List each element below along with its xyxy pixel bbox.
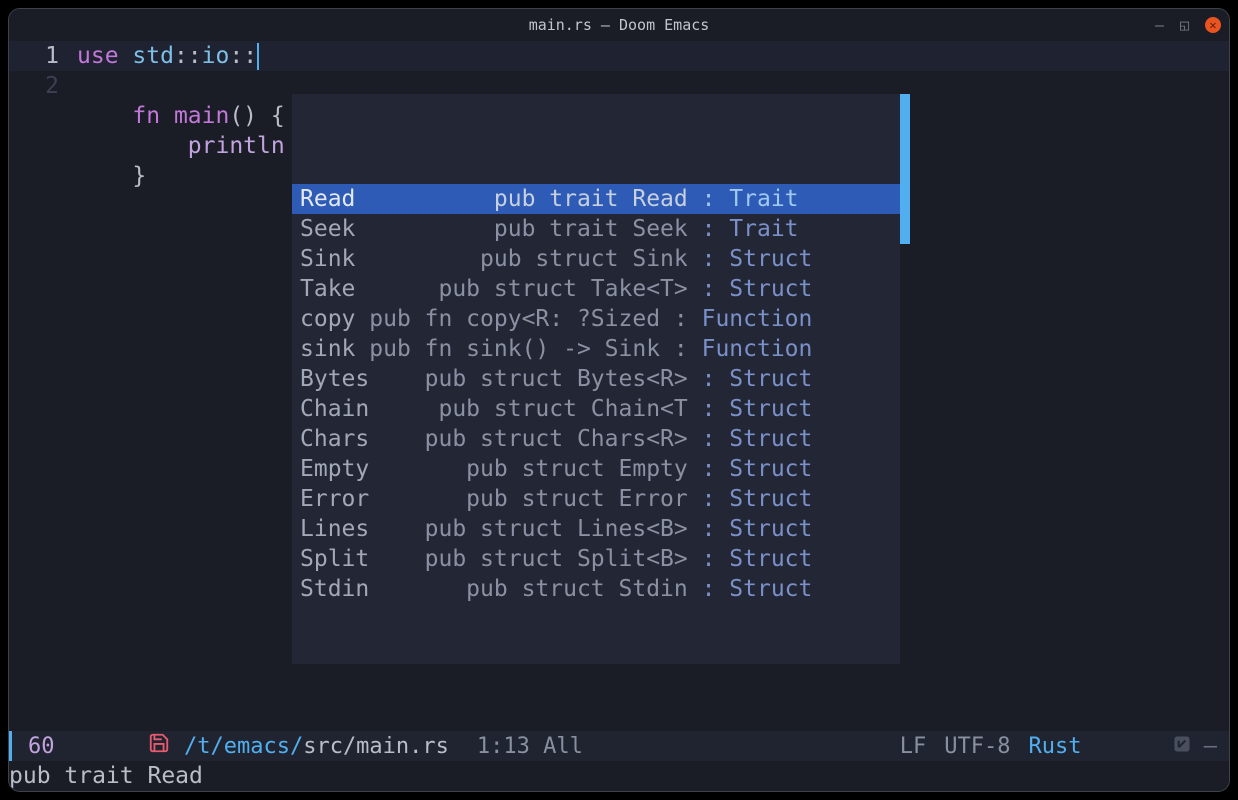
code-content: println (77, 131, 285, 161)
completion-item[interactable]: Sink pub struct Sink : Struct (292, 244, 900, 274)
encoding: UTF-8 (944, 734, 1010, 759)
file-path-name: src/main.rs (303, 734, 449, 759)
file-path-dir: /t/emacs/ (184, 734, 303, 759)
completion-item[interactable]: Bytes pub struct Bytes<R> : Struct (292, 364, 900, 394)
line-ending: LF (900, 734, 927, 759)
completion-item[interactable]: Read pub trait Read : Trait (292, 184, 900, 214)
line-number: 1 (9, 41, 77, 71)
completion-item[interactable]: Chain pub struct Chain<T : Struct (292, 394, 900, 424)
minimize-button[interactable]: – (1155, 16, 1164, 34)
code-content: use std::io:: (77, 41, 259, 71)
completion-popup[interactable]: Read pub trait Read : Trait Seek pub tra… (292, 94, 900, 664)
line-number: 2 (9, 71, 77, 101)
completion-item[interactable]: Seek pub trait Seek : Trait (292, 214, 900, 244)
echo-area: pub trait Read (9, 761, 1229, 791)
window-title: main.rs – Doom Emacs (529, 16, 710, 34)
window-controls: – ◱ ✕ (1155, 9, 1221, 41)
language-mode: Rust (1029, 734, 1082, 759)
line-number (9, 101, 77, 131)
modeline-dash: – (1204, 734, 1217, 759)
close-button[interactable]: ✕ (1205, 17, 1221, 33)
completion-item[interactable]: copy pub fn copy<R: ?Sized : Function (292, 304, 900, 334)
code-content: fn main() { (77, 101, 285, 131)
code-line-1[interactable]: 1 use std::io:: (9, 41, 1229, 71)
completion-item[interactable]: Split pub struct Split<B> : Struct (292, 544, 900, 574)
maximize-button[interactable]: ◱ (1180, 16, 1189, 34)
percent-indicator: 60 (28, 734, 55, 759)
completion-item[interactable]: Take pub struct Take<T> : Struct (292, 274, 900, 304)
cursor-position: 1:13 All (477, 734, 583, 759)
completion-item[interactable]: sink pub fn sink() -> Sink : Function (292, 334, 900, 364)
completion-item[interactable]: Lines pub struct Lines<B> : Struct (292, 514, 900, 544)
code-editor[interactable]: 1 use std::io:: 2 fn main() { println } … (9, 41, 1229, 731)
completion-item[interactable]: Error pub struct Error : Struct (292, 484, 900, 514)
completion-item[interactable]: Empty pub struct Empty : Struct (292, 454, 900, 484)
line-number (9, 131, 77, 161)
text-cursor (257, 43, 259, 70)
code-content: } (77, 161, 146, 191)
completion-item[interactable]: Chars pub struct Chars<R> : Struct (292, 424, 900, 454)
echo-text: pub trait Read (9, 763, 203, 789)
completion-item[interactable]: Stdin pub struct Stdin : Struct (292, 574, 900, 604)
completion-scrollbar[interactable] (900, 94, 910, 244)
modeline: 60 /t/emacs/src/main.rs 1:13 All LF UTF-… (9, 731, 1229, 761)
editor-window: main.rs – Doom Emacs – ◱ ✕ 1 use std::io… (8, 8, 1230, 792)
titlebar: main.rs – Doom Emacs – ◱ ✕ (9, 9, 1229, 41)
line-number (9, 161, 77, 191)
